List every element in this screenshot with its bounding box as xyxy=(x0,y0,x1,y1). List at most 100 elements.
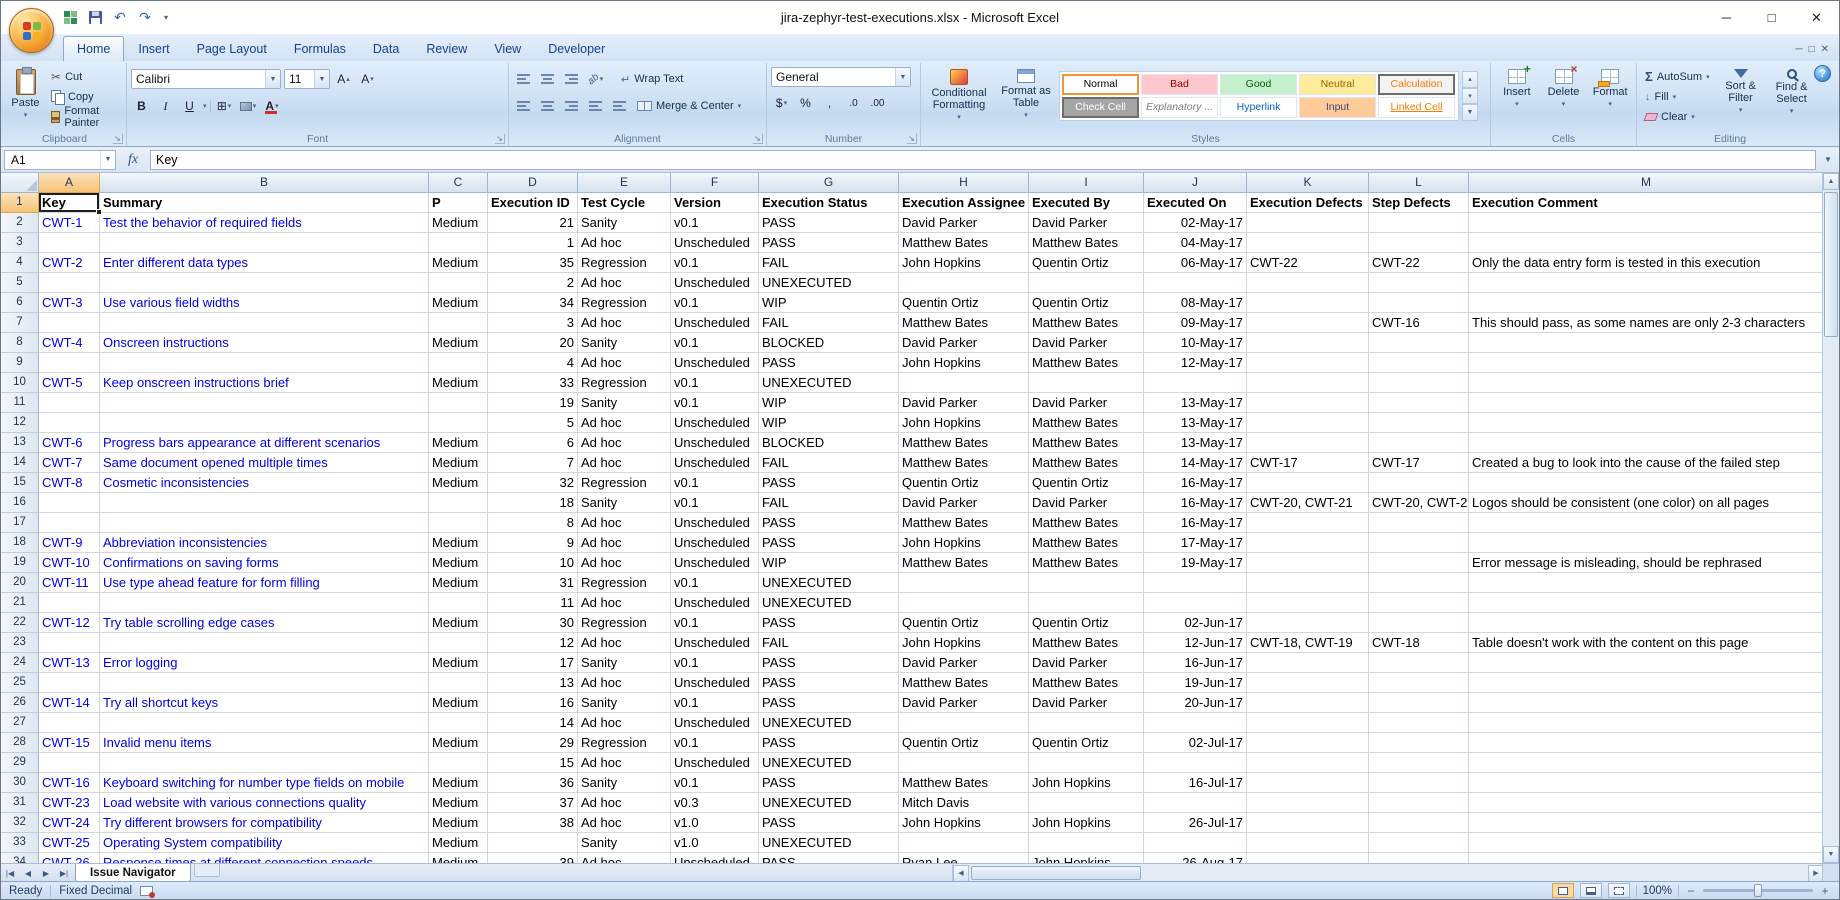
cell-I15[interactable]: Quentin Ortiz xyxy=(1029,473,1144,493)
cell-I2[interactable]: David Parker xyxy=(1029,213,1144,233)
cell-J20[interactable] xyxy=(1144,573,1247,593)
comma-style-button[interactable]: , xyxy=(819,93,840,113)
workbook-restore-icon[interactable]: □ xyxy=(1809,44,1815,55)
cell-M10[interactable] xyxy=(1469,373,1824,393)
cell-E21[interactable]: Ad hoc xyxy=(578,593,671,613)
cell-B31[interactable]: Load website with various connections qu… xyxy=(100,793,429,813)
cell-A4[interactable]: CWT-2 xyxy=(39,253,100,273)
cell-C12[interactable] xyxy=(429,413,488,433)
cell-J9[interactable]: 12-May-17 xyxy=(1144,353,1247,373)
cell-G3[interactable]: PASS xyxy=(759,233,899,253)
cell-F26[interactable]: v0.1 xyxy=(671,693,759,713)
cell-E20[interactable]: Regression xyxy=(578,573,671,593)
cell-K25[interactable] xyxy=(1247,673,1369,693)
cell-G17[interactable]: PASS xyxy=(759,513,899,533)
cell-I24[interactable]: David Parker xyxy=(1029,653,1144,673)
cell-G28[interactable]: PASS xyxy=(759,733,899,753)
cell-C29[interactable] xyxy=(429,753,488,773)
cell-D10[interactable]: 33 xyxy=(488,373,578,393)
font-dialog-launcher-icon[interactable]: ↘ xyxy=(495,134,505,144)
cell-C20[interactable]: Medium xyxy=(429,573,488,593)
cell-F25[interactable]: Unscheduled xyxy=(671,673,759,693)
cell-D26[interactable]: 16 xyxy=(488,693,578,713)
cell-A6[interactable]: CWT-3 xyxy=(39,293,100,313)
conditional-formatting-button[interactable]: Conditional Formatting▾ xyxy=(925,65,993,131)
cell-K33[interactable] xyxy=(1247,833,1369,853)
font-size-select[interactable]: 11▼ xyxy=(284,69,330,89)
cell-B22[interactable]: Try table scrolling edge cases xyxy=(100,613,429,633)
cell-G22[interactable]: PASS xyxy=(759,613,899,633)
last-sheet-button[interactable]: ▶| xyxy=(55,864,73,882)
zoom-in-button[interactable]: + xyxy=(1819,884,1831,898)
column-header-M[interactable]: M xyxy=(1469,173,1824,193)
cell-H12[interactable]: John Hopkins xyxy=(899,413,1029,433)
cell-M20[interactable] xyxy=(1469,573,1824,593)
cell-G7[interactable]: FAIL xyxy=(759,313,899,333)
align-bottom-button[interactable] xyxy=(561,69,582,89)
column-header-I[interactable]: I xyxy=(1029,173,1144,193)
cell-D20[interactable]: 31 xyxy=(488,573,578,593)
cell-K7[interactable] xyxy=(1247,313,1369,333)
cell-A18[interactable]: CWT-9 xyxy=(39,533,100,553)
fill-handle[interactable] xyxy=(96,209,102,215)
cell-F2[interactable]: v0.1 xyxy=(671,213,759,233)
cell-D12[interactable]: 5 xyxy=(488,413,578,433)
cell-F15[interactable]: v0.1 xyxy=(671,473,759,493)
cell-F31[interactable]: v0.3 xyxy=(671,793,759,813)
ribbon-tab-formulas[interactable]: Formulas xyxy=(281,37,359,61)
close-button[interactable]: ✕ xyxy=(1794,2,1839,34)
number-dialog-launcher-icon[interactable]: ↘ xyxy=(907,134,917,144)
column-header-G[interactable]: G xyxy=(759,173,899,193)
align-middle-button[interactable] xyxy=(537,69,558,89)
cell-J5[interactable] xyxy=(1144,273,1247,293)
cell-I28[interactable]: Quentin Ortiz xyxy=(1029,733,1144,753)
cell-A32[interactable]: CWT-24 xyxy=(39,813,100,833)
cell-M33[interactable] xyxy=(1469,833,1824,853)
cell-J28[interactable]: 02-Jul-17 xyxy=(1144,733,1247,753)
next-sheet-button[interactable]: ▶ xyxy=(37,864,55,882)
page-layout-view-button[interactable] xyxy=(1580,883,1602,898)
cell-K21[interactable] xyxy=(1247,593,1369,613)
cell-J25[interactable]: 19-Jun-17 xyxy=(1144,673,1247,693)
cell-I7[interactable]: Matthew Bates xyxy=(1029,313,1144,333)
align-center-button[interactable] xyxy=(537,96,558,116)
cell-D8[interactable]: 20 xyxy=(488,333,578,353)
cell-L14[interactable]: CWT-17 xyxy=(1369,453,1469,473)
cell-E10[interactable]: Regression xyxy=(578,373,671,393)
cell-C8[interactable]: Medium xyxy=(429,333,488,353)
cell-I6[interactable]: Quentin Ortiz xyxy=(1029,293,1144,313)
row-header-21[interactable]: 21 xyxy=(1,593,39,613)
cell-F11[interactable]: v0.1 xyxy=(671,393,759,413)
cell-J1[interactable]: Executed On xyxy=(1144,193,1247,213)
cell-H32[interactable]: John Hopkins xyxy=(899,813,1029,833)
cell-G12[interactable]: WIP xyxy=(759,413,899,433)
cell-I26[interactable]: David Parker xyxy=(1029,693,1144,713)
cell-K11[interactable] xyxy=(1247,393,1369,413)
insert-function-button[interactable]: fx xyxy=(120,152,146,168)
merge-center-button[interactable]: Merge & Center▾ xyxy=(633,97,745,116)
cell-style-check-cell[interactable]: Check Cell xyxy=(1062,97,1139,118)
cell-E11[interactable]: Sanity xyxy=(578,393,671,413)
cell-K22[interactable] xyxy=(1247,613,1369,633)
cell-E12[interactable]: Ad hoc xyxy=(578,413,671,433)
cell-K2[interactable] xyxy=(1247,213,1369,233)
cell-H34[interactable]: Ryan Lee xyxy=(899,853,1029,863)
cell-D15[interactable]: 32 xyxy=(488,473,578,493)
cell-B25[interactable] xyxy=(100,673,429,693)
cell-J13[interactable]: 13-May-17 xyxy=(1144,433,1247,453)
cell-A22[interactable]: CWT-12 xyxy=(39,613,100,633)
cell-J12[interactable]: 13-May-17 xyxy=(1144,413,1247,433)
row-header-14[interactable]: 14 xyxy=(1,453,39,473)
cell-D1[interactable]: Execution ID xyxy=(488,193,578,213)
cell-F19[interactable]: Unscheduled xyxy=(671,553,759,573)
cell-H2[interactable]: David Parker xyxy=(899,213,1029,233)
cell-I30[interactable]: John Hopkins xyxy=(1029,773,1144,793)
format-as-table-button[interactable]: Format as Table▾ xyxy=(996,65,1056,131)
cell-H11[interactable]: David Parker xyxy=(899,393,1029,413)
cell-C25[interactable] xyxy=(429,673,488,693)
cell-D16[interactable]: 18 xyxy=(488,493,578,513)
cell-B29[interactable] xyxy=(100,753,429,773)
row-header-2[interactable]: 2 xyxy=(1,213,39,233)
cell-F20[interactable]: v0.1 xyxy=(671,573,759,593)
cell-style-input[interactable]: Input xyxy=(1299,97,1376,118)
